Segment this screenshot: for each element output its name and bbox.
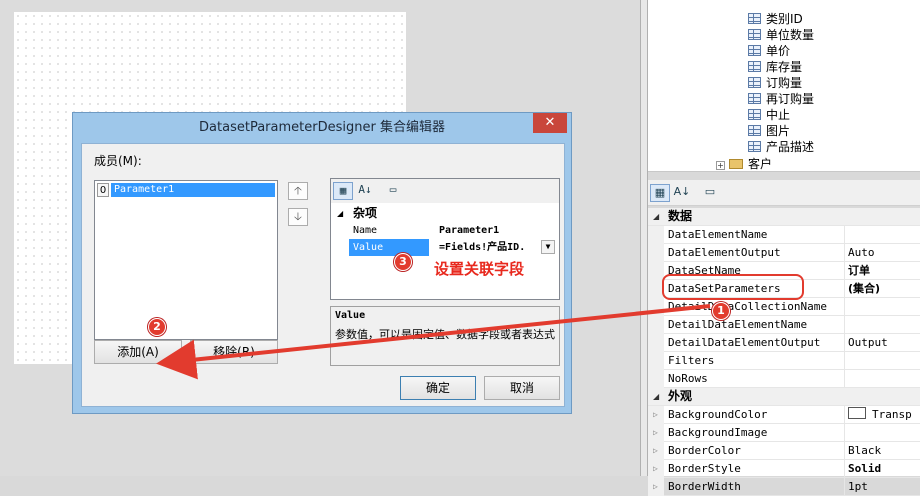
property-name: BorderWidth — [668, 478, 845, 495]
expand-arrow-icon[interactable]: ▷ — [653, 478, 658, 495]
property-value[interactable]: 1pt — [846, 478, 920, 495]
step-badge-3: 3 — [394, 253, 412, 271]
annotation-note: 设置关联字段 — [434, 260, 525, 278]
step-badge-2: 2 — [148, 318, 166, 336]
annotation-arrow — [156, 304, 711, 380]
property-row[interactable]: ▷ BorderWidth 1pt — [648, 478, 920, 496]
row-gutter: ▷ — [648, 478, 664, 496]
step-badge-1: 1 — [712, 302, 730, 320]
